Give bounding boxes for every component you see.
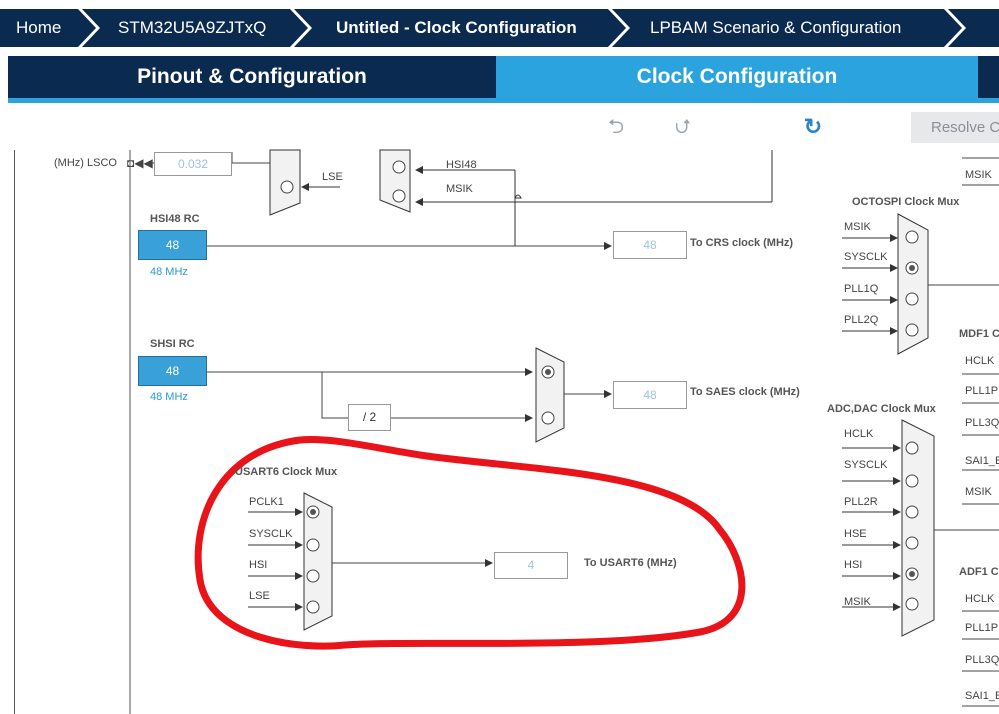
adcdac-input-pll2r: PLL2R bbox=[844, 496, 878, 508]
adcdac-input-hclk: HCLK bbox=[844, 428, 874, 440]
mdf1-mux-title: MDF1 C bbox=[959, 328, 999, 340]
hsi48-input-label: HSI48 bbox=[446, 159, 477, 171]
shsi-rc-oscillator[interactable]: 48 bbox=[138, 356, 207, 386]
saes-clock-label: To SAES clock (MHz) bbox=[690, 386, 800, 398]
shsi-divider[interactable]: / 2 bbox=[348, 404, 391, 431]
crs-clock-label: To CRS clock (MHz) bbox=[690, 237, 794, 249]
adcdac-mux-title: ADC,DAC Clock Mux bbox=[827, 403, 936, 415]
adcdac-input-hse: HSE bbox=[844, 528, 867, 540]
shsi-rc-frequency: 48 MHz bbox=[150, 391, 188, 403]
mdf1-input-pll1p: PLL1P bbox=[965, 385, 999, 397]
lsco-label: (MHz) LSCO bbox=[54, 157, 117, 169]
usart6-input-sysclk: SYSCLK bbox=[249, 528, 293, 540]
lse-input-label: LSE bbox=[322, 171, 343, 183]
adf1-input-sai1: SAI1_E bbox=[965, 690, 999, 702]
octospi-input-sysclk: SYSCLK bbox=[844, 251, 888, 263]
mdf1-input-hclk: HCLK bbox=[965, 355, 995, 367]
saes-clock-field[interactable]: 48 bbox=[613, 381, 687, 409]
usart6-input-hsi: HSI bbox=[249, 559, 268, 571]
octospi-input-pll2q: PLL2Q bbox=[844, 314, 879, 326]
mdf1-input-sai1: SAI1_E bbox=[965, 455, 999, 467]
octospi-top-msik-label: MSIK bbox=[965, 169, 992, 181]
adcdac-input-msik: MSIK bbox=[844, 596, 871, 608]
adf1-input-pll3q: PLL3Q bbox=[965, 654, 999, 666]
shsi-rc-title: SHSI RC bbox=[150, 338, 195, 350]
usart6-input-pclk1: PCLK1 bbox=[249, 496, 284, 508]
octospi-input-msik: MSIK bbox=[844, 221, 871, 233]
hsi48-rc-frequency: 48 MHz bbox=[150, 266, 188, 278]
usart6-mux-selector[interactable] bbox=[304, 500, 324, 524]
octospi-mux-title: OCTOSPI Clock Mux bbox=[852, 196, 960, 208]
mdf1-input-msik: MSIK bbox=[965, 486, 992, 498]
octospi-input-pll1q: PLL1Q bbox=[844, 283, 879, 295]
lsco-output-icon: ◘◀◀ bbox=[127, 156, 153, 170]
adf1-input-hclk: HCLK bbox=[965, 593, 995, 605]
adcdac-input-sysclk: SYSCLK bbox=[844, 459, 888, 471]
msik-input-label: MSIK bbox=[446, 183, 473, 195]
crs-clock-field[interactable]: 48 bbox=[613, 231, 687, 259]
usart6-clock-field[interactable]: 4 bbox=[494, 552, 568, 579]
adcdac-input-hsi: HSI bbox=[844, 559, 863, 571]
usart6-clock-label: To USART6 (MHz) bbox=[584, 557, 677, 569]
hsi48-rc-title: HSI48 RC bbox=[150, 213, 200, 225]
hsi48-rc-oscillator[interactable]: 48 bbox=[138, 230, 207, 260]
adf1-mux-title: ADF1 C bbox=[959, 566, 999, 578]
lsco-frequency-field[interactable]: 0.032 bbox=[154, 152, 232, 176]
usart6-input-lse: LSE bbox=[249, 590, 270, 602]
usart6-mux-title: USART6 Clock Mux bbox=[235, 466, 338, 478]
mdf1-input-pll3q: PLL3Q bbox=[965, 417, 999, 429]
adf1-input-pll1p: PLL1P bbox=[965, 622, 999, 634]
